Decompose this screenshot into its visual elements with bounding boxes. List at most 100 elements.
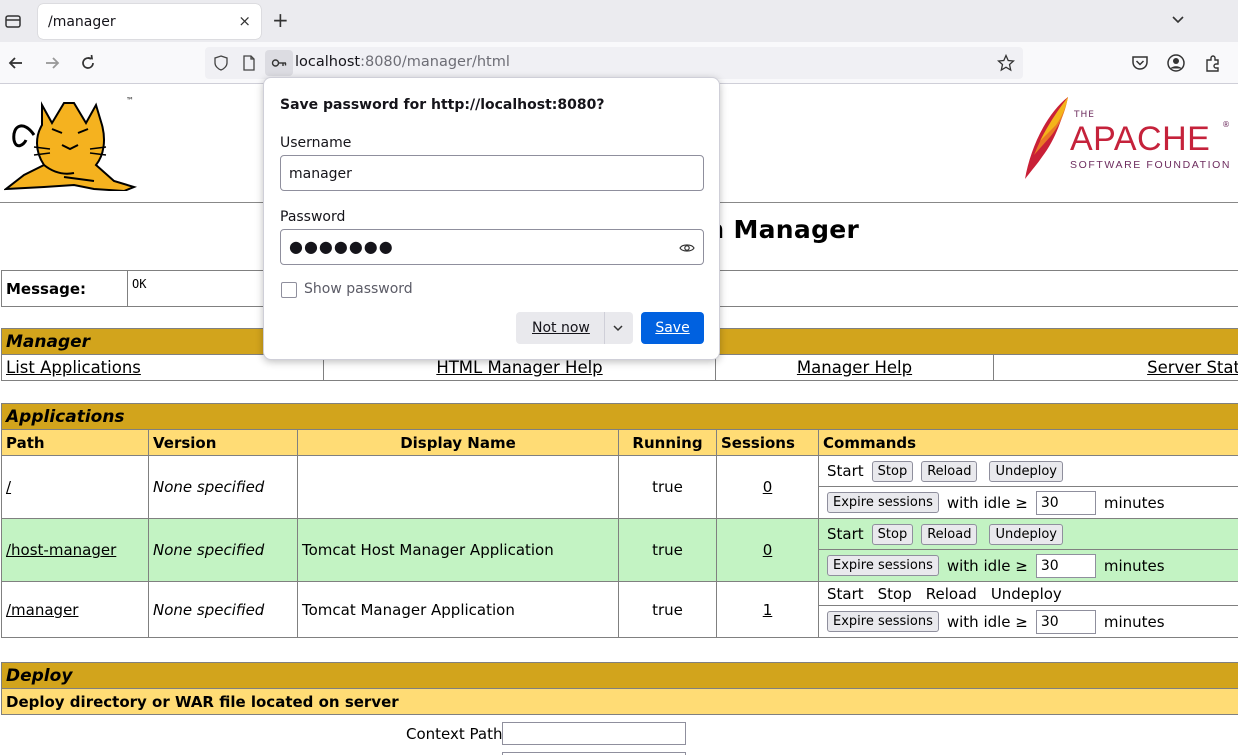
app-display-name: Tomcat Host Manager Application <box>297 518 619 582</box>
message-label: Message: <box>1 270 128 307</box>
not-now-button[interactable]: Not now <box>516 312 633 344</box>
tab-title: /manager <box>48 14 116 30</box>
url-path: :8080/manager/html <box>360 54 510 70</box>
reload-icon[interactable] <box>78 53 98 73</box>
expire-sessions-button[interactable]: Expire sessions <box>827 555 939 576</box>
table-row: /manager None specified Tomcat Manager A… <box>1 581 1238 638</box>
back-icon[interactable] <box>6 53 26 73</box>
trademark-text: ™ <box>126 96 134 105</box>
undeploy-button[interactable]: Undeploy <box>989 523 1063 545</box>
save-password-popup: Save password for http://localhost:8080?… <box>263 77 720 360</box>
applications-section-header: Applications <box>1 403 1238 430</box>
svg-text:SOFTWARE FOUNDATION: SOFTWARE FOUNDATION <box>1070 159 1231 171</box>
with-idle-label: with idle ≥ <box>946 556 1028 575</box>
bookmark-star-icon[interactable] <box>997 54 1015 72</box>
svg-text:®: ® <box>1222 120 1230 129</box>
show-password-checkbox[interactable] <box>281 282 297 298</box>
chevron-down-icon[interactable] <box>612 322 624 334</box>
app-path-link[interactable]: /manager <box>6 601 78 619</box>
stop-button[interactable]: Stop <box>871 460 914 482</box>
stop-label: Stop <box>877 584 912 603</box>
pocket-icon[interactable] <box>1130 53 1150 73</box>
svg-text:APACHE: APACHE <box>1070 120 1210 158</box>
shield-icon[interactable] <box>213 55 229 71</box>
column-header-running: Running <box>618 429 717 456</box>
app-path-link[interactable]: / <box>6 478 11 496</box>
app-version: None specified <box>148 581 298 638</box>
manager-help-link[interactable]: Manager Help <box>715 354 994 381</box>
app-sessions-link[interactable]: 1 <box>763 601 773 619</box>
start-label: Start <box>827 462 864 480</box>
expire-sessions-button[interactable]: Expire sessions <box>827 611 939 632</box>
deploy-subheader: Deploy directory or WAR file located on … <box>1 688 1238 715</box>
popup-title: Save password for http://localhost:8080? <box>280 97 605 113</box>
eye-icon[interactable] <box>679 240 695 256</box>
divider <box>604 312 605 344</box>
password-value: ●●●●●●● <box>289 237 394 256</box>
not-now-label: Not now <box>532 320 590 336</box>
undeploy-button[interactable]: Undeploy <box>989 460 1063 482</box>
column-header-display-name: Display Name <box>297 429 619 456</box>
chevron-down-icon[interactable] <box>1170 12 1186 28</box>
forward-icon[interactable] <box>42 53 62 73</box>
new-tab-button[interactable]: + <box>272 9 289 31</box>
apache-logo-icon: THE APACHE ® SOFTWARE FOUNDATION <box>1025 97 1231 179</box>
applications-table: Applications Path Version Display Name R… <box>1 403 1238 638</box>
username-field[interactable]: manager <box>280 155 704 191</box>
username-value: manager <box>289 166 352 182</box>
reload-button[interactable]: Reload <box>921 460 978 482</box>
page-icon[interactable] <box>241 55 257 71</box>
account-icon[interactable] <box>1166 53 1186 73</box>
with-idle-label: with idle ≥ <box>946 493 1028 512</box>
with-idle-label: with idle ≥ <box>946 612 1028 631</box>
app-running: true <box>618 581 717 638</box>
extensions-icon[interactable] <box>1203 53 1223 73</box>
app-display-name: Tomcat Manager Application <box>297 581 619 638</box>
tab-manager[interactable]: /manager × <box>38 4 261 39</box>
password-field[interactable]: ●●●●●●● <box>280 229 704 265</box>
idle-input[interactable] <box>1035 609 1096 634</box>
app-running: true <box>618 518 717 582</box>
reload-button[interactable]: Reload <box>921 523 978 545</box>
app-version: None specified <box>148 518 298 582</box>
reload-label: Reload <box>925 584 977 603</box>
url-text[interactable]: localhost:8080/manager/html <box>295 54 510 70</box>
close-tab-icon[interactable]: × <box>238 12 251 30</box>
expire-sessions-button[interactable]: Expire sessions <box>827 492 939 513</box>
server-status-link[interactable]: Server Stat <box>993 354 1238 381</box>
save-button[interactable]: Save <box>641 312 704 344</box>
table-row: /host-manager None specified Tomcat Host… <box>1 518 1238 582</box>
column-header-sessions: Sessions <box>716 429 819 456</box>
deploy-section-header: Deploy <box>1 662 1238 689</box>
column-header-commands: Commands <box>818 429 1238 456</box>
key-button[interactable] <box>265 50 293 76</box>
minutes-label: minutes <box>1103 556 1165 575</box>
tab-list-icon[interactable] <box>4 12 22 30</box>
column-header-path: Path <box>1 429 149 456</box>
username-label: Username <box>280 135 352 151</box>
app-version: None specified <box>148 455 298 519</box>
tab-bar: /manager × + <box>0 0 1238 42</box>
app-display-name <box>297 455 619 519</box>
start-label: Start <box>827 584 864 603</box>
column-header-version: Version <box>148 429 298 456</box>
minutes-label: minutes <box>1103 612 1165 631</box>
context-path-label: Context Path: <box>406 725 508 743</box>
password-label: Password <box>280 209 346 225</box>
table-row: / None specified true 0 Start Stop Reloa… <box>1 455 1238 519</box>
start-label: Start <box>827 525 864 543</box>
minutes-label: minutes <box>1103 493 1165 512</box>
app-running: true <box>618 455 717 519</box>
show-password-label[interactable]: Show password <box>304 281 413 297</box>
idle-input[interactable] <box>1035 490 1096 515</box>
key-icon <box>271 59 287 67</box>
app-sessions-link[interactable]: 0 <box>763 478 773 496</box>
url-bar[interactable]: localhost:8080/manager/html <box>205 47 1023 79</box>
undeploy-label: Undeploy <box>990 584 1062 603</box>
stop-button[interactable]: Stop <box>871 523 914 545</box>
context-path-input[interactable] <box>502 722 686 745</box>
app-path-link[interactable]: /host-manager <box>6 541 116 559</box>
idle-input[interactable] <box>1035 553 1096 578</box>
url-host: localhost <box>295 54 361 70</box>
app-sessions-link[interactable]: 0 <box>763 541 773 559</box>
